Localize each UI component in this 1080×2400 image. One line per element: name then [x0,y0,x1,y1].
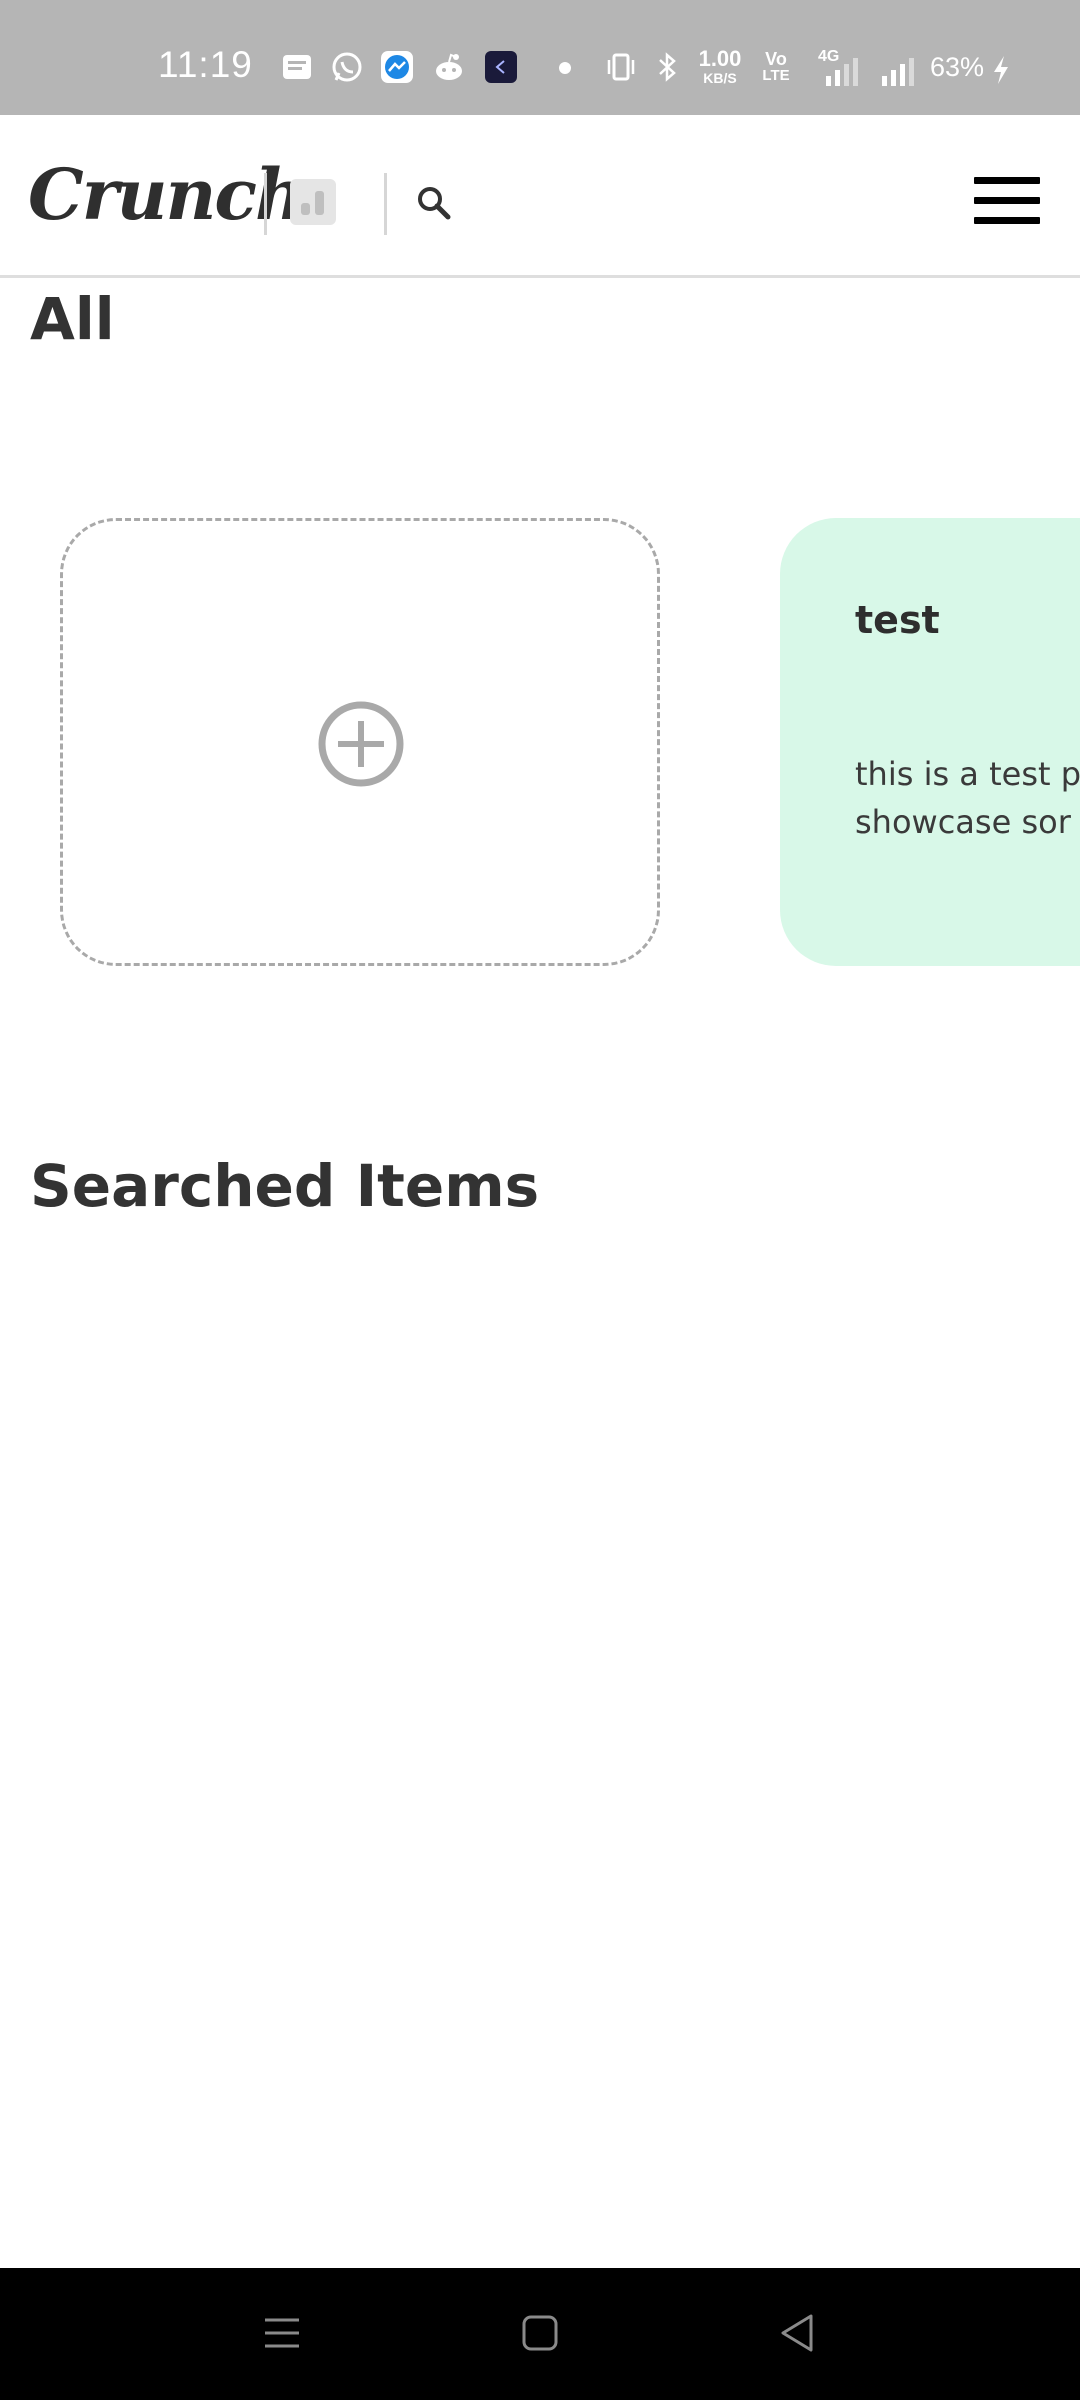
whatsapp-icon [332,52,362,82]
message-icon [283,55,311,79]
battery-level: 63% [930,52,985,82]
hamburger-menu-icon[interactable] [970,173,1042,229]
recents-icon[interactable] [257,2308,307,2358]
add-note-card[interactable] [60,518,660,966]
note-body: this is a test p showcase sor [855,755,1080,841]
signal-4g: 4G [818,48,864,88]
bluetooth-icon [659,52,676,82]
status-time: 11:19 [158,44,253,85]
note-title: test [855,598,940,642]
header-divider [264,173,267,235]
messenger-icon [381,51,413,83]
network-speed: 1.00 KB/S [698,46,742,87]
app-icon [485,51,517,83]
dot-icon [559,62,571,74]
reddit-icon [436,53,462,80]
section-title-all: All [30,285,115,353]
volte-indicator: Vo LTE [762,49,790,84]
charging-icon [994,56,1008,84]
app-header: Crunch [0,115,1080,278]
note-card[interactable]: test this is a test p showcase sor [780,518,1080,966]
signal-icon [826,58,858,86]
plus-circle-icon[interactable] [318,701,404,787]
section-title-searched: Searched Items [30,1152,540,1220]
crunch-logo[interactable]: Crunch [28,153,306,236]
signal-icon [882,58,914,86]
home-icon[interactable] [515,2308,565,2358]
header-divider [384,173,387,235]
search-icon[interactable] [412,181,456,225]
status-bar: 11:19 1.00 KB/S Vo LTE 4G 63% [0,0,1080,115]
navigation-bar [0,2268,1080,2400]
chart-icon[interactable] [290,179,336,225]
back-icon[interactable] [773,2308,823,2358]
vibrate-icon [607,53,635,81]
